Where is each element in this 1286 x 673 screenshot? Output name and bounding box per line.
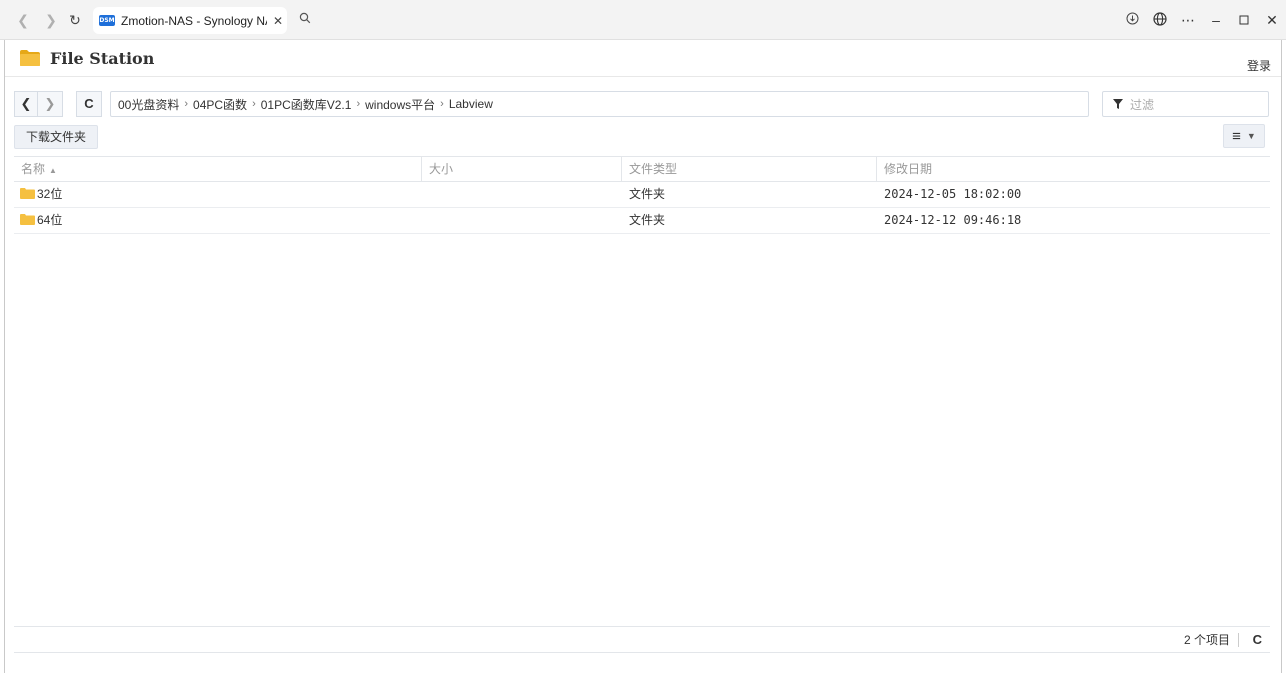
list-view-icon: ≡	[1232, 127, 1241, 145]
chevron-down-icon: ▼	[1246, 131, 1256, 141]
login-link[interactable]: 登录	[1247, 57, 1271, 74]
breadcrumb-separator: ›	[184, 98, 189, 110]
forward-icon[interactable]: ❯	[42, 11, 60, 29]
column-header-type[interactable]: 文件类型	[622, 157, 877, 182]
filter-input[interactable]: 过滤	[1102, 91, 1269, 117]
tab-search-icon[interactable]	[294, 10, 316, 30]
file-table: 名称 ▲ 大小 文件类型 修改日期 32位 文件夹 2024-12-05 18:0…	[14, 156, 1270, 234]
breadcrumb-segment[interactable]: windows平台	[365, 96, 435, 113]
app-header: File Station 登录	[5, 40, 1281, 77]
window-border-right	[1281, 40, 1282, 673]
filter-funnel-icon	[1113, 99, 1123, 109]
status-divider	[1238, 633, 1239, 647]
file-modified-cell: 2024-12-12 09:46:18	[884, 213, 1022, 227]
view-mode-button[interactable]: ≡ ▼	[1223, 124, 1265, 148]
window-border-left	[4, 40, 5, 673]
folder-icon	[20, 214, 35, 226]
file-type-cell: 文件夹	[629, 187, 666, 201]
column-header-modified[interactable]: 修改日期	[877, 157, 1270, 182]
browser-tab[interactable]: DSM Zmotion-NAS - Synology NAS ✕	[93, 7, 287, 34]
status-bar: 2 个项目 C	[14, 626, 1270, 653]
minimize-icon[interactable]: –	[1202, 12, 1230, 28]
file-station-folder-icon	[20, 50, 40, 66]
column-header-size[interactable]: 大小	[422, 157, 622, 182]
file-name-cell[interactable]: 32位	[14, 182, 422, 207]
back-icon[interactable]: ❮	[14, 11, 32, 29]
breadcrumb-segment[interactable]: 04PC函数	[193, 96, 247, 113]
reload-icon[interactable]: ↻	[66, 11, 84, 29]
globe-icon[interactable]	[1146, 11, 1174, 29]
breadcrumb-separator: ›	[252, 98, 256, 110]
tab-close-icon[interactable]: ✕	[273, 14, 283, 28]
breadcrumb-separator: ›	[440, 98, 444, 110]
file-type-cell: 文件夹	[629, 213, 666, 227]
download-folder-button[interactable]: 下载文件夹	[14, 125, 98, 149]
column-header-name[interactable]: 名称 ▲	[14, 157, 422, 182]
breadcrumb-segment[interactable]: 01PC函数库V2.1	[261, 96, 352, 113]
table-row[interactable]: 64位 文件夹 2024-12-12 09:46:18	[14, 208, 1270, 234]
table-header: 名称 ▲ 大小 文件类型 修改日期	[14, 156, 1270, 182]
maximize-icon[interactable]	[1230, 12, 1258, 28]
breadcrumb-segment[interactable]: Labview	[449, 97, 493, 111]
navigation-toolbar: ❮ ❯ C 00光盘资料 › 04PC函数 › 01PC函数库V2.1 › wi…	[14, 91, 1270, 117]
file-size-cell	[422, 208, 622, 233]
refresh-button[interactable]: C	[76, 91, 102, 117]
browser-chrome: ❮ ❯ ↻ DSM Zmotion-NAS - Synology NAS ✕ ⋯…	[0, 0, 1286, 40]
close-window-icon[interactable]: ✕	[1258, 12, 1286, 29]
file-name-cell[interactable]: 64位	[14, 208, 422, 233]
download-icon[interactable]	[1118, 12, 1146, 28]
breadcrumb-separator: ›	[356, 98, 361, 110]
breadcrumb-segment[interactable]: 00光盘资料	[118, 96, 179, 113]
browser-right-controls: ⋯ – ✕	[1118, 0, 1286, 40]
more-icon[interactable]: ⋯	[1174, 12, 1202, 29]
sort-asc-icon: ▲	[49, 166, 57, 175]
file-size-cell	[422, 182, 622, 207]
status-refresh-icon[interactable]: C	[1253, 627, 1262, 653]
tab-title: Zmotion-NAS - Synology NAS	[121, 13, 267, 28]
dsm-favicon-icon: DSM	[99, 15, 115, 26]
item-count: 2 个项目	[1183, 633, 1230, 647]
table-row[interactable]: 32位 文件夹 2024-12-05 18:02:00	[14, 182, 1270, 208]
breadcrumb[interactable]: 00光盘资料 › 04PC函数 › 01PC函数库V2.1 › windows平…	[110, 91, 1089, 117]
filter-placeholder: 过滤	[1130, 97, 1155, 112]
nav-back-button[interactable]: ❮	[14, 91, 38, 117]
file-modified-cell: 2024-12-05 18:02:00	[884, 187, 1022, 201]
nav-forward-button[interactable]: ❯	[38, 91, 63, 117]
folder-icon	[20, 188, 35, 200]
app-title: File Station	[50, 49, 155, 68]
